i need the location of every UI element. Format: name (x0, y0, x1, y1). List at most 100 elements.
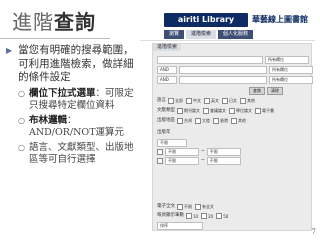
panel-tab: 進階檢索 (153, 44, 182, 51)
region-option-label: 香港 (220, 118, 228, 123)
sub-bullet-circle-icon: ○ (18, 142, 25, 152)
title-divider (0, 38, 110, 39)
doc-type-option-label: 會議論文 (210, 108, 226, 113)
boolean-select-2[interactable]: AND (157, 76, 177, 84)
field-select-1[interactable]: 所有欄位 (265, 56, 309, 64)
field-select-2[interactable]: 所有欄位 (269, 66, 313, 74)
tab-advanced-search[interactable]: 進階檢索 (186, 30, 217, 39)
language-option-label: 日文 (229, 98, 237, 103)
fulltext-option[interactable]: 不限 (177, 204, 192, 210)
region-option-label: 台灣 (184, 118, 192, 123)
year-to-select-2[interactable]: 不限 (206, 157, 241, 165)
embedded-screenshot: airiti Library 華藝線上圖書館 瀏覽 進階檢索 個人化服務 進階檢… (140, 10, 315, 232)
bullet-main: ▶ 當您有明確的搜尋範圍，可利用進階檢索，做詳細的條件設定 (6, 44, 134, 85)
sub-bullet-2-text: 布林邏輯：AND/OR/NOT運算元 (29, 115, 134, 139)
language-option[interactable]: 全部 (168, 98, 183, 104)
checkbox[interactable] (177, 118, 183, 124)
sub-bullet-circle-icon: ○ (18, 88, 25, 98)
search-row-1: 所有欄位 (157, 56, 309, 64)
language-option[interactable]: 英文 (204, 98, 219, 104)
language-option[interactable]: 其他 (240, 98, 255, 104)
checkbox[interactable] (203, 108, 209, 114)
region-option[interactable]: 台灣 (177, 118, 192, 124)
region-option[interactable]: 其他 (231, 118, 246, 124)
boolean-select-1[interactable]: AND (157, 66, 177, 74)
title-bold: 查詢 (54, 10, 96, 34)
year-label: 出版年 (157, 130, 171, 135)
per-page-option[interactable]: 20 (201, 213, 213, 219)
language-option-label: 其他 (247, 98, 255, 103)
radio[interactable] (186, 213, 192, 219)
doc-type-option[interactable]: 電子書 (255, 108, 274, 114)
checkbox[interactable] (186, 98, 192, 104)
keyword-input-2[interactable] (179, 66, 267, 74)
region-options: 台灣 大陸 香港 其他 (177, 118, 246, 124)
fulltext-option-label: 不限 (184, 204, 192, 209)
checkbox[interactable] (229, 108, 235, 114)
checkbox[interactable] (204, 98, 210, 104)
per-page-filter: 每頁顯示筆數 10 20 50 (157, 213, 228, 219)
field-select-3[interactable]: 所有欄位 (269, 76, 313, 84)
radio[interactable] (216, 213, 223, 219)
doc-type-option-label: 期刊論文 (184, 108, 200, 113)
sub-bullet-3: ○ 語言、文獻類型、出版地區等可自行選擇 (18, 142, 134, 166)
site-tabs: 瀏覽 進階檢索 個人化服務 (164, 30, 254, 39)
checkbox[interactable] (177, 108, 183, 114)
region-label: 出版地區 (157, 118, 175, 123)
clear-button[interactable]: 清除 (267, 87, 283, 95)
radio[interactable] (177, 204, 183, 210)
language-label: 語言 (157, 98, 166, 103)
sub1-bold: 欄位下拉式選單 (28, 87, 96, 99)
language-option[interactable]: 中文 (186, 98, 201, 104)
per-page-option[interactable]: 10 (186, 213, 198, 219)
per-page-option[interactable]: 50 (216, 213, 228, 219)
year-from-select[interactable]: 不限 (165, 148, 199, 156)
checkbox[interactable] (255, 108, 261, 114)
per-page-option-label: 50 (223, 213, 229, 219)
sort-select[interactable]: 排序 (157, 222, 203, 230)
fulltext-filter: 電子全文 不限 有全文 (157, 204, 214, 210)
radio[interactable] (201, 213, 208, 219)
sort-filter: 排序 (157, 222, 203, 230)
keyword-input-1[interactable] (157, 56, 263, 64)
checkbox[interactable] (222, 98, 228, 104)
radio[interactable] (157, 149, 163, 155)
site-header: airiti Library 華藝線上圖書館 瀏覽 進階檢索 個人化服務 (140, 10, 315, 41)
region-option[interactable]: 大陸 (195, 118, 210, 124)
doc-type-option[interactable]: 學位論文 (229, 108, 252, 114)
checkbox[interactable] (195, 118, 201, 124)
doc-type-option[interactable]: 期刊論文 (177, 108, 200, 114)
checkbox[interactable] (231, 118, 237, 124)
doc-type-filter: 文獻類型 期刊論文 會議論文 學位論文 電子書 (157, 108, 274, 114)
doc-type-option[interactable]: 會議論文 (203, 108, 226, 114)
tab-personal[interactable]: 個人化服務 (218, 30, 254, 39)
fulltext-option[interactable]: 有全文 (195, 204, 214, 210)
site-logo: airiti Library (164, 13, 248, 27)
checkbox[interactable] (213, 118, 219, 124)
checkbox[interactable] (168, 98, 174, 104)
language-option-label: 中文 (193, 98, 201, 103)
doc-type-option-label: 電子書 (262, 108, 274, 113)
per-page-option-label: 10 (193, 213, 199, 219)
search-button[interactable]: 查詢 (249, 87, 265, 95)
sub-bullet-2: ○ 布林邏輯：AND/OR/NOT運算元 (18, 115, 134, 139)
year-to-select[interactable]: 不限 (206, 148, 241, 156)
radio[interactable] (195, 204, 201, 210)
year-mode-select[interactable]: 不限 (157, 139, 187, 147)
keyword-input-3[interactable] (179, 76, 267, 84)
year-range-dash-2: ~ (201, 158, 205, 163)
fulltext-options: 不限 有全文 (177, 204, 214, 210)
per-page-label: 每頁顯示筆數 (157, 213, 184, 218)
year-range-dash: ~ (201, 149, 205, 154)
year-select-row: 不限 (157, 139, 187, 147)
region-option[interactable]: 香港 (213, 118, 228, 124)
tab-browse[interactable]: 瀏覽 (164, 30, 185, 39)
language-option-label: 英文 (211, 98, 219, 103)
year-filter: 出版年 (157, 130, 171, 136)
fulltext-option-label: 有全文 (202, 204, 214, 209)
year-from-select-2[interactable]: 不限 (165, 157, 199, 165)
page-number: 7 (311, 228, 316, 236)
checkbox[interactable] (240, 98, 246, 104)
radio[interactable] (157, 158, 163, 164)
language-option[interactable]: 日文 (222, 98, 237, 104)
